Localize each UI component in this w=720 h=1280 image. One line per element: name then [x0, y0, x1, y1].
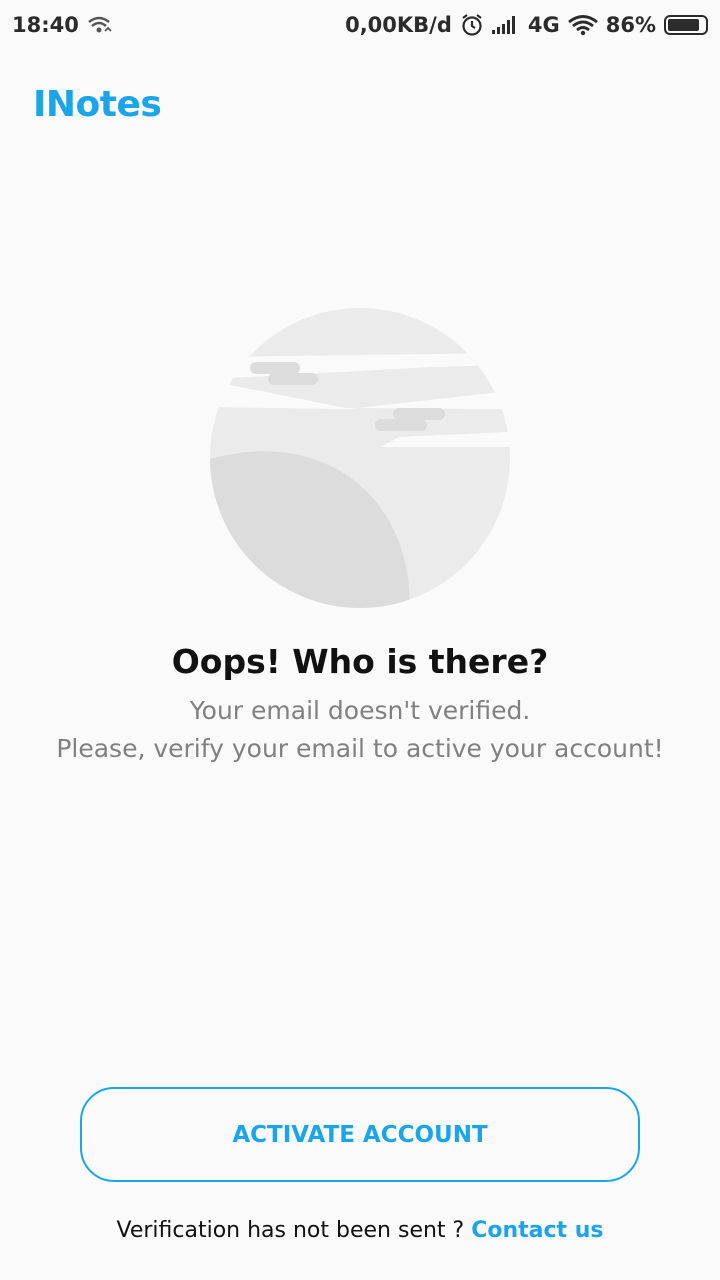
network-speed: 0,00KB/d	[345, 13, 452, 37]
contact-us-link[interactable]: Contact us	[471, 1218, 603, 1243]
alarm-icon	[460, 13, 484, 37]
wifi-icon	[567, 14, 598, 36]
network-type: 4G	[527, 13, 560, 37]
message-line-2: Please, verify your email to active your…	[56, 734, 664, 763]
moon-clouds-illustration-icon	[210, 307, 510, 609]
battery-level	[668, 19, 699, 31]
status-time: 18:40	[12, 13, 79, 37]
status-left: 18:40	[12, 13, 113, 37]
status-right: 0,00KB/d 4G 86%	[345, 13, 708, 37]
footer: Verification has not been sent ? Contact…	[0, 1218, 720, 1243]
battery-icon	[664, 15, 708, 35]
status-bar: 18:40 0,00KB/d 4G 86%	[0, 0, 720, 50]
headline: Oops! Who is there?	[171, 642, 549, 681]
battery-percent: 86%	[605, 13, 656, 37]
signal-icon	[491, 15, 520, 35]
footer-prompt: Verification has not been sent ?	[116, 1218, 472, 1243]
wifi-call-icon	[87, 15, 113, 35]
app-title: INotes	[33, 84, 162, 125]
activate-account-button[interactable]: ACTIVATE ACCOUNT	[80, 1087, 640, 1182]
message-line-1: Your email doesn't verified.	[189, 696, 531, 725]
